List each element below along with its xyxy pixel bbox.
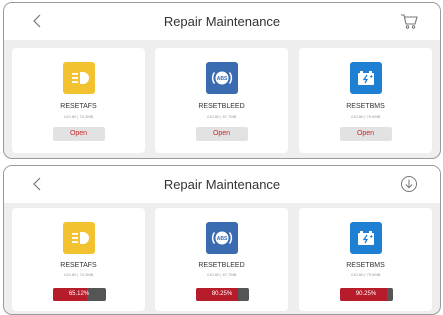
download-progress-bar: 90.25% [339,288,393,301]
download-icon[interactable] [400,175,418,193]
svg-text:ABS: ABS [216,76,227,82]
cart-icon[interactable] [400,12,418,30]
page-title: Repair Maintenance [163,14,281,29]
open-button[interactable]: Open [52,127,105,141]
app-card-resetbms: RESETBMS V10.80 | 79.6MB 90.25% [299,208,432,311]
page-title: Repair Maintenance [163,177,281,192]
app-version: V10.80 | 70.3MB [63,114,94,119]
download-progress-bar: 65.12% [52,288,106,301]
app-card-resetbleed[interactable]: ABS RESETBLEED V10.80 | 67.7MB Open [155,48,288,153]
headlight-icon [62,62,95,94]
app-card-resetbleed: ABS RESETBLEED V10.80 | 67.7MB 80.25% [155,208,288,311]
app-version: V10.80 | 70.3MB [63,272,94,277]
header: Repair Maintenance [4,3,440,40]
open-button[interactable]: Open [339,127,392,141]
header: Repair Maintenance [4,166,440,203]
app-name: RESETBMS [346,103,385,110]
progress-label: 90.25% [355,291,377,297]
app-name: RESETBMS [346,262,385,269]
progress-label: 80.25% [211,291,233,297]
app-name: RESETBLEED [198,262,245,269]
app-version: V10.80 | 79.6MB [350,272,381,277]
abs-icon: ABS [205,62,238,94]
battery-icon [349,62,382,94]
app-version: V10.80 | 79.6MB [350,114,381,119]
battery-icon [349,222,382,254]
app-name: RESETAFS [60,262,97,269]
app-card-resetafs[interactable]: RESETAFS V10.80 | 70.3MB Open [12,48,145,153]
app-name: RESETBLEED [198,103,245,110]
svg-text:ABS: ABS [216,236,227,242]
app-version: V10.80 | 67.7MB [206,272,237,277]
repair-maintenance-panel-bottom: Repair Maintenance RESETAFS V10.80 | 70.… [3,165,441,315]
progress-label: 65.12% [68,291,90,297]
repair-maintenance-panel-top: Repair Maintenance RESETAFS V10.80 | 70.… [3,2,441,159]
download-progress-bar: 80.25% [195,288,249,301]
app-card-resetbms[interactable]: RESETBMS V10.80 | 79.6MB Open [299,48,432,153]
abs-icon: ABS [205,222,238,254]
open-button[interactable]: Open [195,127,248,141]
app-version: V10.80 | 67.7MB [206,114,237,119]
app-name: RESETAFS [60,103,97,110]
app-card-resetafs: RESETAFS V10.80 | 70.3MB 65.12% [12,208,145,311]
headlight-icon [62,222,95,254]
